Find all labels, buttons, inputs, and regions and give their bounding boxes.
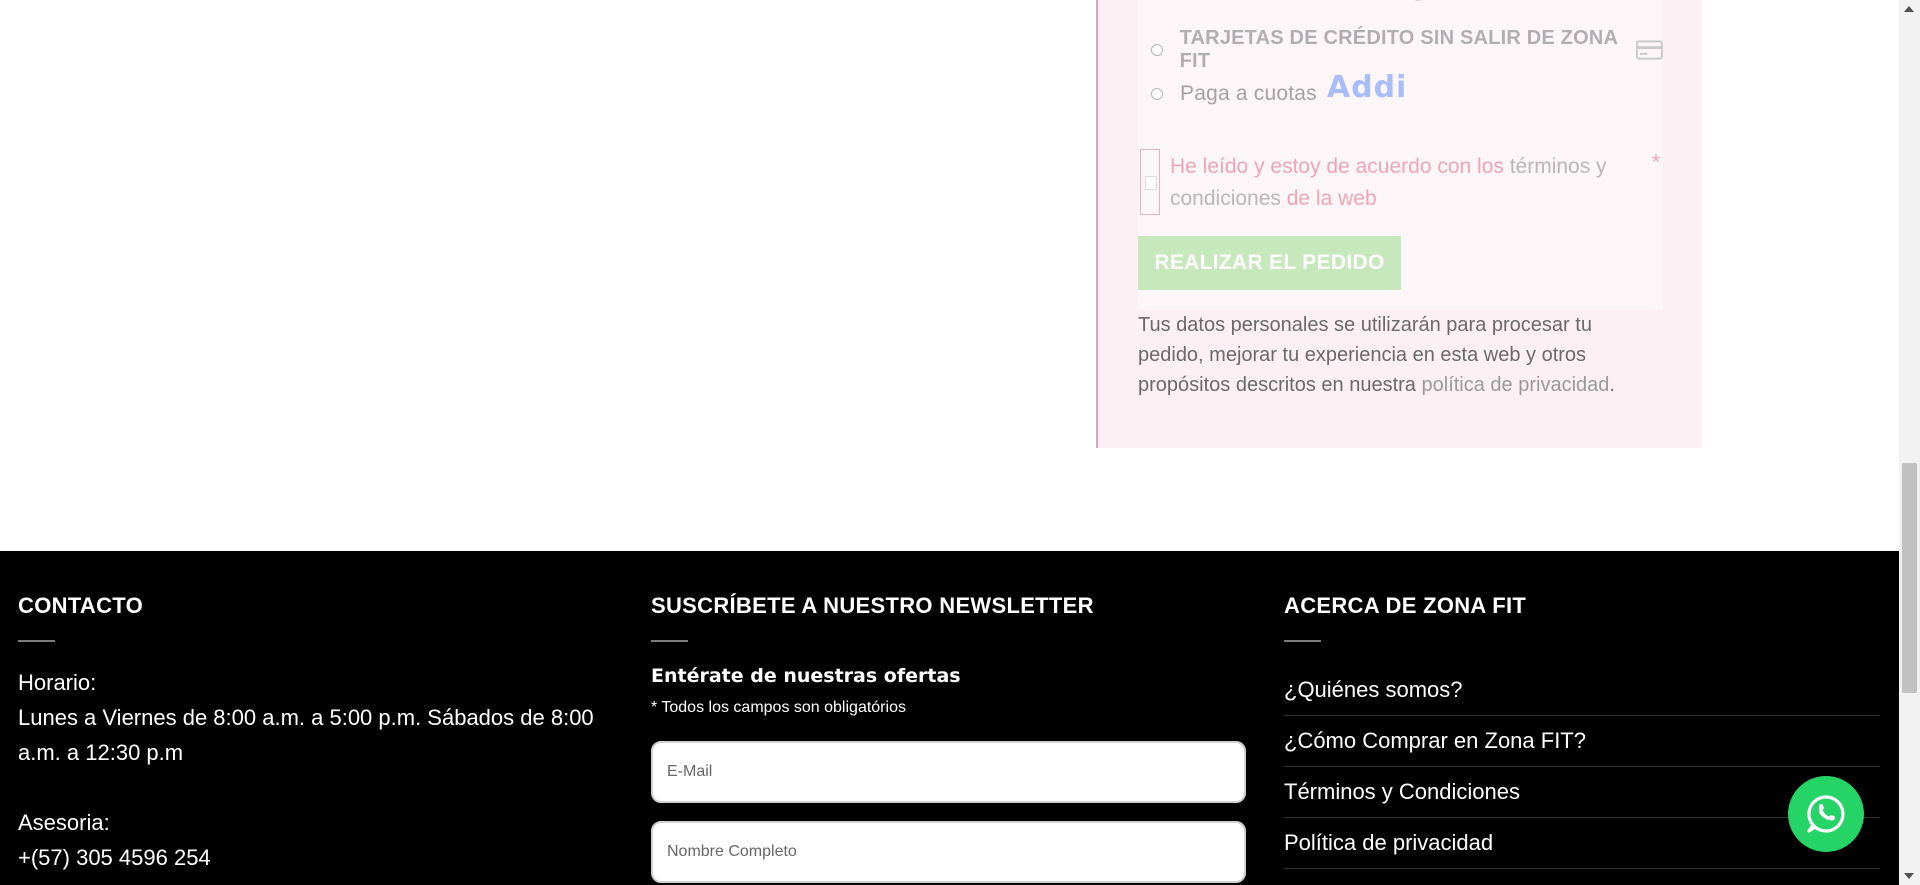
contact-divider: [18, 640, 55, 642]
privacy-text-after: .: [1609, 374, 1615, 396]
partial-icon: [1414, 0, 1422, 1]
newsletter-divider: [651, 640, 688, 642]
payment-label-addi: Paga a cuotas: [1180, 82, 1317, 105]
contact-title: CONTACTO: [18, 593, 144, 618]
scrollbar-thumb[interactable]: [1902, 463, 1917, 693]
terms-checkbox[interactable]: [1140, 149, 1160, 215]
scrollbar[interactable]: [1899, 0, 1920, 885]
whatsapp-icon: [1807, 795, 1845, 833]
newsletter-note: * Todos los campos son obligatórios: [651, 699, 906, 716]
terms-text-after: de la web: [1280, 187, 1377, 210]
terms-text-before: He leído y estoy de acuerdo con los: [1170, 155, 1510, 178]
payment-label-credit-card: TARJETAS DE CRÉDITO SIN SALIR DE ZONA FI…: [1179, 27, 1618, 72]
payment-methods: TARJETAS DE CRÉDITO SIN SALIR DE ZONA FI…: [1138, 0, 1663, 310]
privacy-notice: Tus datos personales se utilizarán para …: [1138, 310, 1658, 400]
privacy-policy-link[interactable]: política de privacidad: [1422, 374, 1610, 396]
full-name-input[interactable]: [651, 821, 1246, 883]
payment-option-addi[interactable]: Paga a cuotas Addi: [1138, 70, 1407, 106]
newsletter-heading: Entérate de nuestras ofertas: [651, 665, 961, 687]
phone-link[interactable]: +(57) 305 4596 254: [18, 840, 211, 875]
about-link-item: ¿Cómo Comprar en Zona FIT?: [1284, 716, 1880, 767]
hours-text: Lunes a Viernes de 8:00 a.m. a 5:00 p.m.…: [18, 705, 594, 765]
newsletter-title: SUSCRÍBETE A NUESTRO NEWSLETTER: [651, 593, 1094, 618]
scroll-up-arrow-icon[interactable]: [1904, 6, 1914, 12]
payment-radio-credit-card[interactable]: [1151, 44, 1163, 56]
email-input[interactable]: [651, 741, 1246, 803]
payment-radio-addi[interactable]: [1151, 88, 1163, 100]
checkout-panel: TARJETAS DE CRÉDITO SIN SALIR DE ZONA FI…: [1096, 0, 1702, 448]
addi-logo: Addi: [1326, 69, 1408, 105]
footer: CONTACTO Horario: Lunes a Viernes de 8:0…: [0, 551, 1899, 885]
place-order-button[interactable]: REALIZAR EL PEDIDO: [1138, 236, 1401, 290]
about-link-item: ¿Quiénes somos?: [1284, 665, 1880, 716]
credit-card-icon: [1636, 40, 1663, 60]
required-mark: *: [1651, 151, 1660, 174]
terms-row: He leído y estoy de acuerdo con los térm…: [1140, 149, 1660, 219]
hours-label: Horario:: [18, 670, 97, 695]
about-link-how-to-buy[interactable]: ¿Cómo Comprar en Zona FIT?: [1284, 728, 1586, 753]
whatsapp-button[interactable]: [1788, 776, 1864, 852]
scroll-down-arrow-icon[interactable]: [1904, 873, 1914, 879]
about-link-privacy[interactable]: Política de privacidad: [1284, 830, 1493, 855]
about-title: ACERCA DE ZONA FIT: [1284, 593, 1527, 618]
terms-text: He leído y estoy de acuerdo con los térm…: [1170, 151, 1640, 215]
about-link-terms[interactable]: Términos y Condiciones: [1284, 779, 1520, 804]
about-link-who-we-are[interactable]: ¿Quiénes somos?: [1284, 677, 1463, 702]
payment-option-credit-card[interactable]: TARJETAS DE CRÉDITO SIN SALIR DE ZONA FI…: [1138, 27, 1663, 73]
about-divider: [1284, 640, 1321, 642]
advice-label: Asesoria:: [18, 810, 110, 835]
terms-checkbox-box[interactable]: [1145, 176, 1157, 190]
about-links: ¿Quiénes somos? ¿Cómo Comprar en Zona FI…: [1284, 665, 1880, 869]
